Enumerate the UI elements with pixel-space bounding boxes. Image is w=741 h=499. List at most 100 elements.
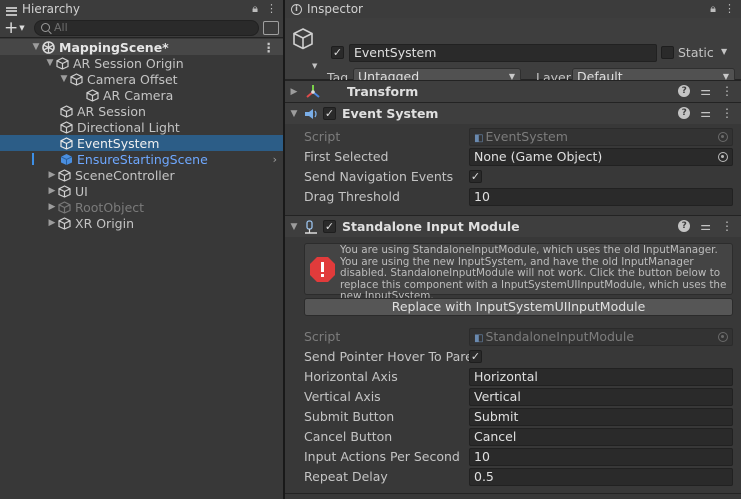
preset-sliders-icon[interactable]: ⚌	[700, 84, 711, 98]
kebab-menu-icon[interactable]: ⋮	[724, 2, 735, 16]
search-placeholder: All	[54, 21, 68, 34]
hierarchy-search-input[interactable]: All	[34, 19, 259, 36]
prop-label: Repeat Delay	[304, 469, 388, 484]
chevron-down-icon[interactable]: ▼	[721, 47, 727, 56]
static-checkbox[interactable]	[661, 46, 674, 59]
drag-threshold-field[interactable]: 10	[469, 188, 733, 206]
script-value: StandaloneInputModule	[485, 329, 635, 344]
component-enabled-checkbox[interactable]: ✓	[323, 220, 336, 233]
chevron-right-icon[interactable]: ›	[273, 153, 277, 166]
expand-arrow-icon[interactable]: ▼	[58, 74, 70, 84]
expand-arrow-icon[interactable]: ▼	[44, 58, 56, 68]
help-icon[interactable]: ?	[678, 220, 691, 232]
object-name-field[interactable]: EventSystem	[349, 44, 657, 62]
prop-label: Horizontal Axis	[304, 369, 398, 384]
tree-item-label: UI	[75, 183, 88, 199]
warning-message: You are using StandaloneInputModule, whi…	[340, 244, 727, 302]
active-checkbox[interactable]: ✓	[331, 46, 344, 59]
prop-label: Drag Threshold	[304, 189, 400, 204]
add-object-button[interactable]: + ▼	[4, 18, 30, 38]
tree-item-inactive[interactable]: ▶ RootObject	[0, 199, 283, 215]
kebab-menu-icon[interactable]: ⋮	[721, 84, 733, 98]
event-system-component-header[interactable]: ▼ ✓ Event System ? ⚌ ⋮	[285, 102, 741, 124]
vertical-axis-field[interactable]: Vertical	[469, 388, 733, 406]
script-field: ◧ EventSystem	[469, 128, 733, 146]
hierarchy-panel: Hierarchy 🔒︎ ⋮ + ▼ All ▼ MappingScene* ⋮	[0, 0, 283, 499]
hierarchy-tab[interactable]: Hierarchy 🔒︎ ⋮	[0, 0, 283, 18]
tree-item-selected[interactable]: EventSystem	[0, 135, 283, 151]
tree-item-label: XR Origin	[75, 215, 135, 231]
hierarchy-tabbar: Hierarchy 🔒︎ ⋮	[0, 0, 283, 18]
tree-item[interactable]: ▼ Camera Offset	[0, 71, 283, 87]
inspector-tab[interactable]: i Inspector 🔒︎ ⋮	[285, 0, 741, 18]
tree-item-label: AR Session	[77, 103, 146, 119]
preset-sliders-icon[interactable]: ⚌	[700, 219, 711, 233]
send-pointer-hover-checkbox[interactable]: ✓	[469, 350, 482, 363]
submit-button-field[interactable]: Submit	[469, 408, 733, 426]
vertical-axis-property: Vertical Axis Vertical	[285, 387, 741, 407]
tree-item[interactable]: ▶ UI	[0, 183, 283, 199]
transform-component-header[interactable]: ▶ Transform ? ⚌ ⋮	[285, 80, 741, 102]
component-enabled-checkbox[interactable]: ✓	[323, 107, 336, 120]
replace-input-module-button[interactable]: Replace with InputSystemUIInputModule	[304, 298, 733, 316]
tree-item[interactable]: ▶ SceneController	[0, 167, 283, 183]
horizontal-axis-field[interactable]: Horizontal	[469, 368, 733, 386]
first-selected-field[interactable]: None (Game Object)	[469, 148, 733, 166]
tree-item[interactable]: AR Session	[0, 103, 283, 119]
collapsed-arrow-icon[interactable]: ▶	[46, 202, 58, 212]
collapsed-arrow-icon[interactable]: ▶	[285, 87, 303, 97]
repeat-delay-field[interactable]: 0.5	[469, 468, 733, 486]
prop-label: Script	[304, 329, 341, 344]
tree-item-label: EventSystem	[77, 135, 160, 151]
component-title: Event System	[342, 106, 439, 121]
help-icon[interactable]: ?	[678, 85, 691, 97]
prop-label: Vertical Axis	[304, 389, 381, 404]
kebab-menu-icon[interactable]: ⋮	[263, 40, 276, 55]
expand-arrow-icon[interactable]: ▼	[285, 109, 303, 119]
inspector-tabbar: i Inspector 🔒︎ ⋮	[285, 0, 741, 18]
tree-item-label: SceneController	[75, 167, 175, 183]
scene-label: MappingScene*	[59, 39, 169, 55]
help-icon[interactable]: ?	[678, 107, 691, 119]
inspector-tab-label: Inspector	[307, 2, 363, 16]
prop-label: Send Pointer Hover To Paren	[304, 349, 481, 364]
kebab-menu-icon[interactable]: ⋮	[721, 106, 733, 120]
expand-arrow-icon[interactable]: ▼	[30, 42, 42, 52]
collapsed-arrow-icon[interactable]: ▶	[46, 186, 58, 196]
kebab-menu-icon[interactable]: ⋮	[721, 219, 733, 233]
component-title: Transform	[347, 84, 419, 99]
lock-icon[interactable]: 🔒︎	[252, 2, 258, 16]
gameobject-cube-icon[interactable]	[291, 27, 315, 51]
lock-icon[interactable]: 🔒︎	[710, 2, 716, 16]
send-pointer-hover-property: Send Pointer Hover To Paren ✓	[285, 347, 741, 367]
standalone-input-component-header[interactable]: ▼ ✓ Standalone Input Module ? ⚌ ⋮	[285, 215, 741, 237]
divider	[285, 493, 741, 494]
prop-label: Send Navigation Events	[304, 169, 454, 184]
input-actions-per-second-field[interactable]: 10	[469, 448, 733, 466]
scene-row[interactable]: ▼ MappingScene* ⋮	[0, 39, 283, 55]
collapsed-arrow-icon[interactable]: ▶	[46, 170, 58, 180]
inspector-panel: i Inspector 🔒︎ ⋮ ▼ ✓ EventSystem Static …	[285, 0, 741, 499]
gameobject-cube-icon	[58, 200, 71, 214]
tree-item[interactable]: Directional Light	[0, 119, 283, 135]
tree-item[interactable]: ▶ XR Origin	[0, 215, 283, 231]
tree-item[interactable]: ▼ AR Session Origin	[0, 55, 283, 71]
expand-arrow-icon[interactable]: ▼	[285, 222, 303, 232]
object-picker-icon[interactable]	[718, 152, 728, 162]
scene-filter-icon[interactable]	[263, 20, 279, 35]
hierarchy-lines-icon	[6, 6, 17, 16]
chevron-down-icon[interactable]: ▼	[312, 62, 317, 70]
preset-sliders-icon[interactable]: ⚌	[700, 106, 711, 120]
hierarchy-tab-label: Hierarchy	[22, 2, 81, 16]
kebab-menu-icon[interactable]: ⋮	[266, 2, 277, 16]
tree-item[interactable]: AR Camera	[0, 87, 283, 103]
tree-item-prefab[interactable]: EnsureStartingScene ›	[0, 151, 283, 167]
gameobject-cube-icon	[56, 56, 69, 70]
gameobject-cube-icon	[60, 104, 73, 118]
collapsed-arrow-icon[interactable]: ▶	[46, 218, 58, 228]
prefab-override-marker	[32, 153, 34, 165]
script-field: ◧ StandaloneInputModule	[469, 328, 733, 346]
cancel-button-field[interactable]: Cancel	[469, 428, 733, 446]
send-navigation-checkbox[interactable]: ✓	[469, 170, 482, 183]
cancel-button-property: Cancel Button Cancel	[285, 427, 741, 447]
